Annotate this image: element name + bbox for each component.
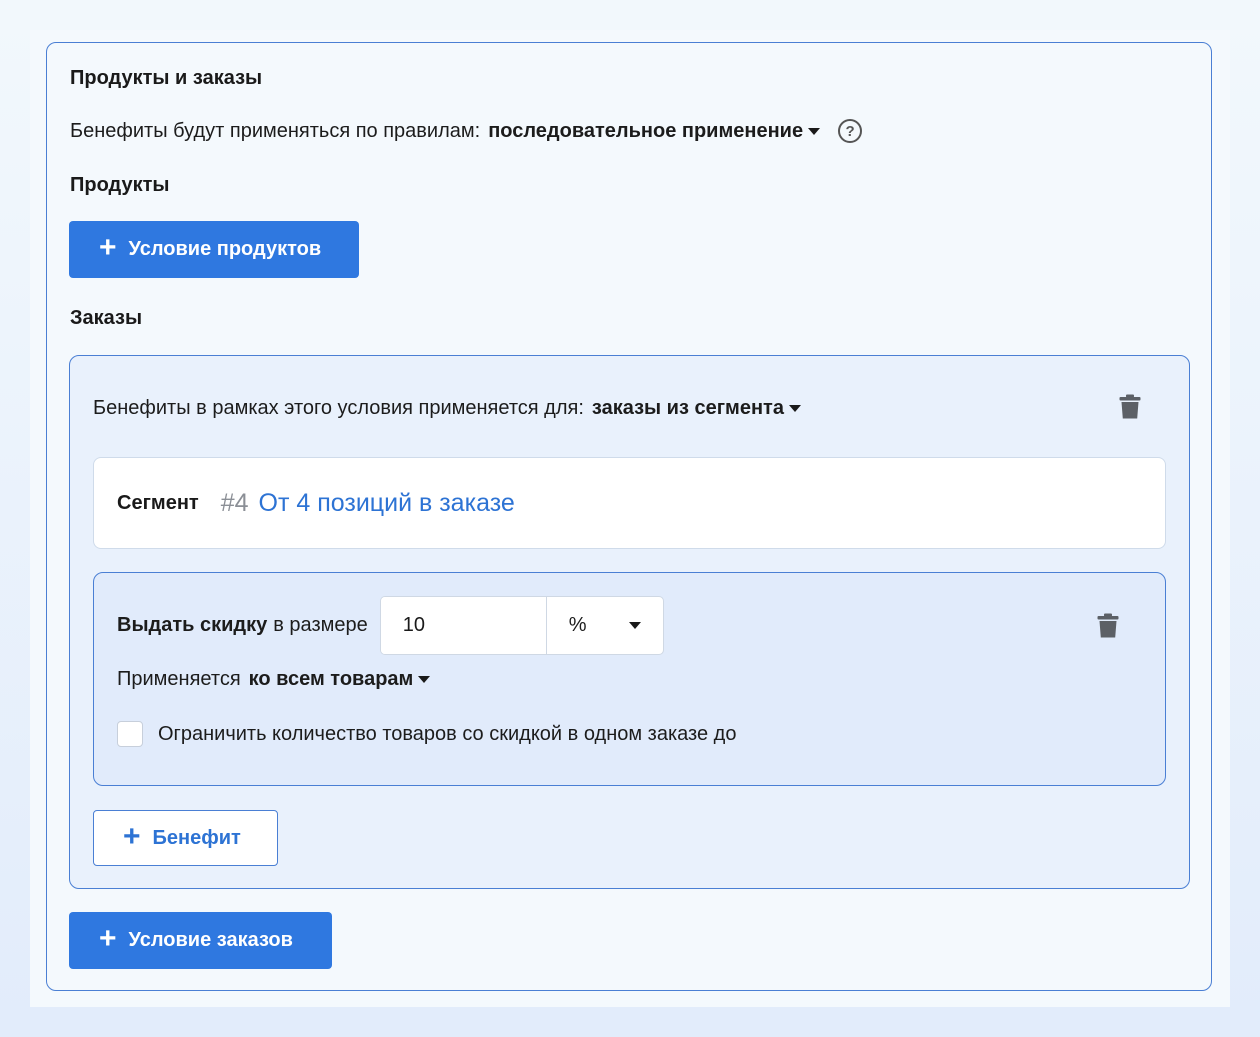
- benefit-applies-prefix: Применяется: [117, 668, 241, 690]
- caret-down-icon: [788, 405, 801, 412]
- add-order-condition-label: Условие заказов: [128, 929, 293, 951]
- condition-applies-prefix: Бенефиты в рамках этого условия применяе…: [93, 397, 584, 419]
- add-benefit-button[interactable]: + Бенефит: [93, 810, 278, 866]
- segment-number: #4: [220, 488, 249, 517]
- trash-icon[interactable]: [1119, 394, 1141, 419]
- orders-heading: Заказы: [70, 307, 143, 329]
- section-title: Продукты и заказы: [70, 67, 263, 89]
- benefit-applies-value: ко всем товарам: [248, 668, 414, 690]
- rules-value: последовательное применение: [488, 119, 804, 142]
- discount-value-group: %: [379, 596, 664, 655]
- condition-applies-dropdown[interactable]: заказы из сегмента: [592, 397, 801, 420]
- add-product-condition-label: Условие продуктов: [128, 238, 322, 260]
- discount-action-label: Выдать скидку: [117, 614, 268, 636]
- discount-unit-value: %: [568, 614, 587, 636]
- plus-icon: +: [99, 231, 117, 264]
- rules-prefix: Бенефиты будут применяться по правилам:: [70, 119, 481, 142]
- limit-label: Ограничить количество товаров со скидкой…: [158, 722, 737, 745]
- plus-icon: +: [99, 922, 117, 955]
- add-order-condition-button[interactable]: + Условие заказов: [69, 912, 332, 969]
- condition-applies-line: Бенефиты в рамках этого условия применяе…: [93, 397, 801, 420]
- add-benefit-label: Бенефит: [152, 826, 241, 849]
- plus-icon: +: [123, 819, 141, 853]
- discount-line: Выдать скидку в размере %: [117, 596, 664, 655]
- products-and-orders-card: Продукты и заказы Бенефиты будут применя…: [46, 42, 1212, 991]
- products-heading: Продукты: [70, 174, 170, 196]
- add-product-condition-button[interactable]: + Условие продуктов: [69, 221, 359, 278]
- condition-applies-value: заказы из сегмента: [591, 397, 784, 419]
- limit-line: Ограничить количество товаров со скидкой…: [117, 721, 736, 747]
- caret-down-icon: [628, 622, 641, 629]
- trash-icon[interactable]: [1097, 613, 1119, 638]
- benefit-card: Выдать скидку в размере % Применяется: [93, 572, 1166, 786]
- caret-down-icon: [418, 676, 431, 683]
- discount-unit-select[interactable]: %: [547, 597, 663, 654]
- limit-checkbox[interactable]: [117, 721, 143, 747]
- segment-name-link[interactable]: От 4 позиций в заказе: [259, 489, 515, 518]
- rules-line: Бенефиты будут применяться по правилам: …: [70, 119, 863, 143]
- benefit-applies-dropdown[interactable]: ко всем товарам: [249, 668, 431, 691]
- order-condition-box: Бенефиты в рамках этого условия применяе…: [69, 355, 1190, 889]
- caret-down-icon: [808, 127, 821, 135]
- segment-label: Сегмент: [117, 491, 199, 514]
- rules-dropdown[interactable]: последовательное применение: [488, 119, 821, 143]
- segment-card: Сегмент #4 От 4 позиций в заказе: [93, 457, 1166, 549]
- benefit-applies-line: Применяется ко всем товарам: [117, 668, 431, 691]
- help-circle-icon[interactable]: ?: [838, 119, 863, 143]
- discount-size-label: в размере: [273, 614, 368, 636]
- discount-value-input[interactable]: [380, 597, 547, 654]
